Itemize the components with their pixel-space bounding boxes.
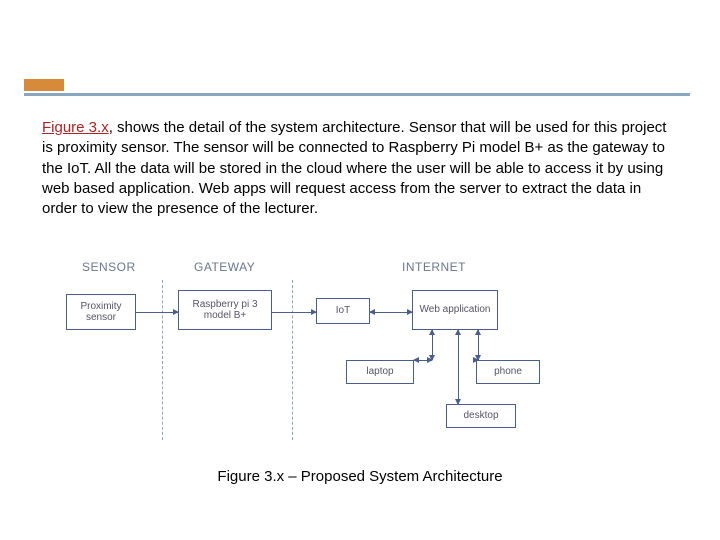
divider-gateway-internet: [292, 280, 293, 440]
node-desktop: desktop: [446, 404, 516, 428]
arrow-sensor-to-rpi: [136, 312, 178, 313]
arrow-web-laptop-v: [432, 330, 433, 360]
architecture-diagram: SENSOR GATEWAY INTERNET Proximity sensor…: [62, 260, 562, 440]
body-paragraph: Figure 3.x, shows the detail of the syst…: [42, 118, 674, 219]
arrow-web-desktop: [458, 330, 459, 404]
figure-caption: Figure 3.x – Proposed System Architectur…: [0, 468, 720, 485]
node-web-app: Web application: [412, 290, 498, 330]
node-proximity-sensor: Proximity sensor: [66, 294, 136, 330]
body-text: , shows the detail of the system archite…: [42, 119, 666, 217]
slide-divider: [24, 88, 690, 96]
node-phone: phone: [476, 360, 540, 384]
node-iot: IoT: [316, 298, 370, 324]
node-laptop: laptop: [346, 360, 414, 384]
header-sensor: SENSOR: [82, 260, 136, 274]
header-internet: INTERNET: [402, 260, 466, 274]
header-gateway: GATEWAY: [194, 260, 255, 274]
figure-reference: Figure 3.x: [42, 119, 109, 136]
arrow-rpi-to-iot: [272, 312, 316, 313]
node-raspberry-pi: Raspberry pi 3 model B+: [178, 290, 272, 330]
divider-sensor-gateway: [162, 280, 163, 440]
arrow-iot-web: [370, 312, 412, 313]
arrow-web-phone-v: [478, 330, 479, 360]
arrow-web-laptop-h: [414, 360, 432, 361]
